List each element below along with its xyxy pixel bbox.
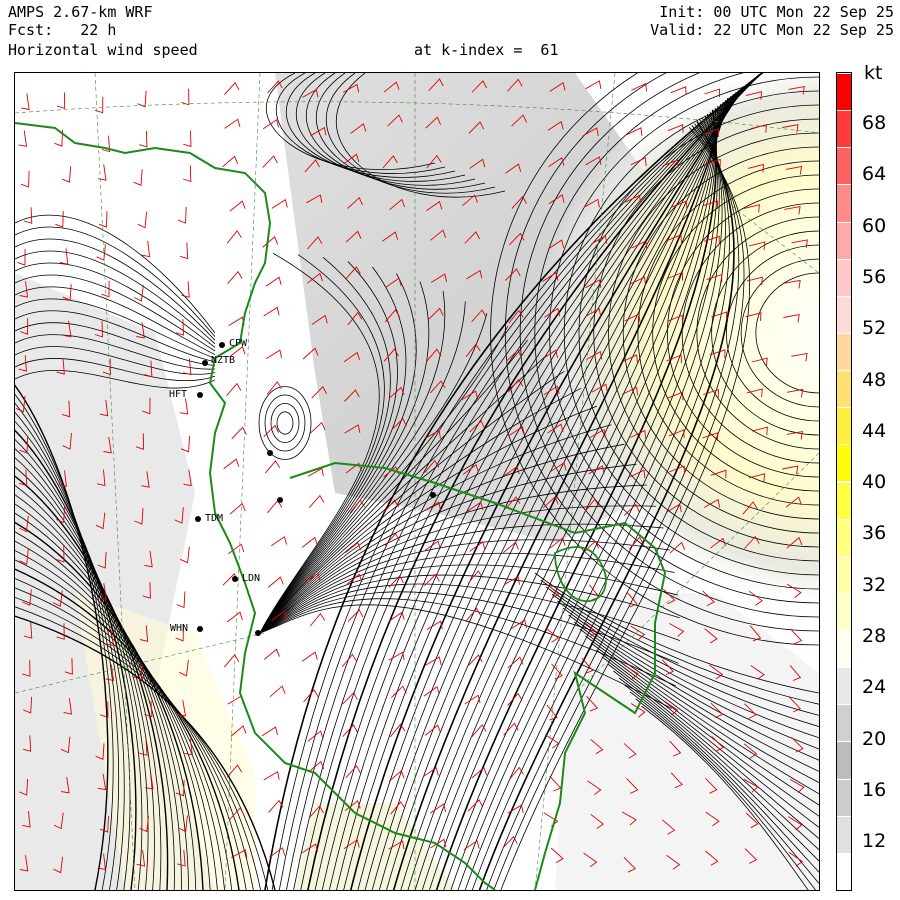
colorbar-tick-label: 56	[862, 265, 887, 288]
colorbar-segment	[837, 407, 851, 445]
station-label-nztb: NZTB	[211, 355, 236, 366]
station-marker	[255, 630, 261, 636]
colorbar-tick-label: 16	[862, 778, 887, 801]
colorbar-tick-label: 36	[862, 522, 887, 545]
colorbar-segment	[837, 110, 851, 148]
colorbar-segment	[837, 258, 851, 296]
station-marker	[277, 497, 283, 503]
colorbar-segment	[837, 592, 851, 631]
colorbar-tick-label: 48	[862, 368, 887, 391]
station-label-hft: HFT	[169, 389, 188, 400]
station-label-cpw: CPW	[229, 338, 248, 349]
wind-map-svg	[15, 73, 819, 890]
colorbar-segment	[837, 815, 851, 853]
model-title: AMPS 2.67-km WRF	[8, 3, 153, 21]
colorbar-segment	[837, 481, 851, 519]
field-name: Horizontal wind speed	[8, 41, 198, 59]
colorbar-segment	[837, 667, 851, 705]
colorbar-segment	[837, 555, 851, 593]
station-label-whn: WHN	[170, 623, 189, 634]
colorbar-segment	[837, 852, 851, 890]
colorbar-unit: kt	[864, 62, 883, 84]
station-cpw	[219, 342, 225, 348]
colorbar-segment	[837, 704, 851, 742]
colorbar-tick-label: 32	[862, 573, 887, 596]
colorbar-tick-label: 12	[862, 830, 887, 853]
colorbar-segment	[837, 73, 851, 111]
colorbar-tick-label: 68	[862, 112, 887, 134]
colorbar-segment	[837, 630, 851, 668]
colorbar-segment	[837, 147, 851, 185]
colorbar-segment	[837, 221, 851, 259]
level-label: at k-index = 61	[414, 41, 559, 59]
colorbar-segment	[837, 370, 851, 408]
station-ldn	[232, 576, 238, 582]
station-whn	[197, 626, 203, 632]
colorbar-tick-label: 24	[862, 676, 887, 699]
station-marker	[267, 450, 273, 456]
colorbar-tick-label: 60	[862, 214, 887, 237]
colorbar-segment	[837, 444, 851, 482]
station-tdm	[195, 516, 201, 522]
colorbar-segment	[837, 741, 851, 779]
init-time: Init: 00 UTC Mon 22 Sep 25	[659, 3, 894, 21]
colorbar-tick-label: 28	[862, 625, 887, 647]
colorbar-tick-label: 64	[862, 163, 887, 186]
colorbar-tick-label: 52	[862, 317, 887, 340]
wind-map: CPW NZTB HFT TDM LDN WHN	[14, 72, 820, 891]
colorbar-segment	[837, 332, 851, 371]
colorbar-segment	[837, 518, 851, 556]
station-hft	[197, 392, 203, 398]
station-marker	[430, 492, 436, 498]
station-label-tdm: TDM	[205, 513, 224, 524]
colorbar-tick-label: 20	[862, 727, 887, 750]
colorbar-segment	[837, 295, 851, 333]
colorbar-segment	[837, 778, 851, 816]
colorbar-tick-label: 44	[862, 419, 887, 442]
forecast-hour: Fcst: 22 h	[8, 21, 117, 39]
station-nztb	[202, 360, 208, 366]
station-label-ldn: LDN	[242, 573, 261, 584]
colorbar	[836, 72, 852, 891]
valid-time: Valid: 22 UTC Mon 22 Sep 25	[650, 21, 894, 39]
colorbar-tick-label: 40	[862, 471, 887, 494]
colorbar-segment	[837, 184, 851, 222]
